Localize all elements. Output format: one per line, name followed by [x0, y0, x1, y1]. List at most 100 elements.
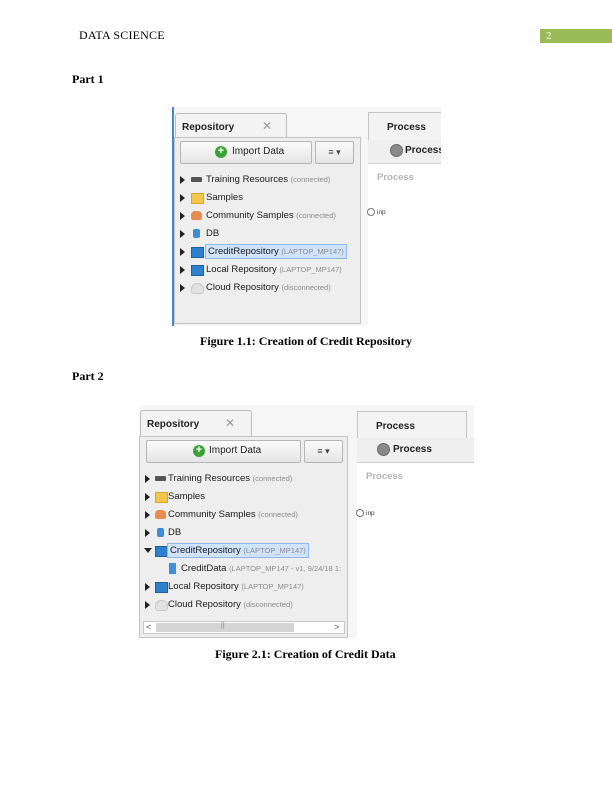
tree-item-label: Community Samples: [206, 210, 294, 221]
tree-item-db[interactable]: DB: [145, 525, 345, 541]
process-breadcrumb[interactable]: Process: [393, 444, 432, 455]
input-port-label: inp: [366, 510, 375, 517]
expand-arrow-icon[interactable]: [180, 284, 185, 292]
tree-item-status: (connected): [290, 175, 331, 184]
close-icon[interactable]: ✕: [262, 119, 272, 133]
process-toolbar: Process: [368, 140, 441, 164]
tree-item-credit-data[interactable]: CreditData (LAPTOP_MP147 - v1, 9/24/18 1…: [145, 561, 345, 577]
tree-item-credit-repository[interactable]: CreditRepository (LAPTOP_MP147): [180, 244, 355, 260]
add-icon: +: [193, 445, 205, 457]
tree-item-label: Training Resources: [168, 473, 251, 484]
collapse-arrow-icon[interactable]: [144, 548, 152, 553]
close-icon[interactable]: ✕: [225, 416, 235, 430]
process-canvas[interactable]: Process inp: [356, 463, 474, 638]
tree-item-community-samples[interactable]: Community Samples (connected): [145, 507, 345, 523]
process-tab-label: Process: [387, 122, 426, 133]
tree-item-label: DB: [206, 228, 220, 239]
tree-item-label: Cloud Repository: [168, 599, 241, 610]
canvas-title: Process: [366, 471, 403, 482]
tree-item-local-repository[interactable]: Local Repository (LAPTOP_MP147): [180, 262, 355, 278]
tree-item-label: CreditRepository: [170, 545, 241, 556]
tree-item-label: Local Repository: [168, 581, 239, 592]
folder-icon: [155, 492, 168, 503]
tree-item-status: (LAPTOP_MP147 - v1, 9/24/18 1:: [229, 564, 342, 573]
repository-tab[interactable]: Repository ✕: [175, 113, 287, 138]
expand-arrow-icon[interactable]: [145, 511, 150, 519]
import-data-label: Import Data: [232, 146, 285, 157]
horizontal-scrollbar[interactable]: < || >: [143, 621, 345, 634]
expand-arrow-icon[interactable]: [145, 529, 150, 537]
expand-arrow-icon[interactable]: [145, 601, 150, 609]
tree-item-label: Training Resources: [206, 174, 289, 185]
cloud-icon: [155, 600, 168, 611]
expand-arrow-icon[interactable]: [145, 583, 150, 591]
expand-arrow-icon[interactable]: [145, 475, 150, 483]
tree-item-label: Local Repository: [206, 264, 277, 275]
repository-menu-button[interactable]: ≡ ▾: [304, 440, 343, 463]
repository-tab-label: Repository: [182, 122, 235, 133]
scroll-right-icon[interactable]: >: [334, 622, 339, 632]
canvas-title: Process: [377, 172, 414, 183]
import-data-button[interactable]: + Import Data: [146, 440, 301, 463]
repository-tab[interactable]: Repository ✕: [140, 410, 252, 437]
process-tab[interactable]: Process: [368, 112, 441, 141]
process-toolbar: Process: [357, 438, 474, 463]
graduation-cap-icon: [191, 177, 202, 182]
tree-item-status: (LAPTOP_MP147): [279, 265, 342, 274]
tree-item-cloud-repository[interactable]: Cloud Repository (disconnected): [180, 280, 355, 296]
graduation-cap-icon: [155, 476, 166, 481]
tree-item-status: (LAPTOP_MP147): [281, 247, 344, 256]
tree-item-label: CreditData: [181, 563, 227, 574]
input-port-label: inp: [377, 209, 386, 216]
figure-1-screenshot: Repository ✕ + Import Data ≡ ▾ Training …: [172, 107, 441, 326]
figure-2-screenshot: Repository ✕ + Import Data ≡ ▾ Training …: [139, 405, 474, 638]
scrollbar-thumb[interactable]: [156, 623, 294, 632]
expand-arrow-icon[interactable]: [180, 212, 185, 220]
tree-item-credit-repository[interactable]: CreditRepository (LAPTOP_MP147): [144, 543, 345, 559]
tree-item-label: Samples: [168, 491, 205, 502]
part2-heading: Part 2: [72, 369, 104, 383]
import-data-button[interactable]: + Import Data: [180, 141, 312, 164]
process-breadcrumb[interactable]: Process: [405, 145, 441, 156]
expand-arrow-icon[interactable]: [180, 194, 185, 202]
tree-item-samples[interactable]: Samples: [180, 190, 355, 206]
scroll-left-icon[interactable]: <: [146, 622, 151, 632]
expand-arrow-icon[interactable]: [180, 266, 185, 274]
figure-2-caption: Figure 2.1: Creation of Credit Data: [215, 647, 396, 661]
tree-item-label: DB: [168, 527, 182, 538]
expand-arrow-icon[interactable]: [145, 493, 150, 501]
data-file-icon: [169, 563, 176, 574]
tree-item-label: Samples: [206, 192, 243, 203]
input-port[interactable]: [356, 509, 364, 517]
tree-item-training-resources[interactable]: Training Resources (connected): [145, 471, 345, 487]
process-tab-label: Process: [376, 421, 415, 432]
tree-item-db[interactable]: DB: [180, 226, 355, 242]
expand-arrow-icon[interactable]: [180, 230, 185, 238]
repository-panel: + Import Data ≡ ▾ Training Resources (co…: [174, 137, 361, 324]
tree-item-samples[interactable]: Samples: [145, 489, 345, 505]
add-icon: +: [215, 146, 227, 158]
page-number: 2: [546, 30, 552, 42]
expand-arrow-icon[interactable]: [180, 176, 185, 184]
monitor-icon: [191, 265, 204, 276]
input-port[interactable]: [367, 208, 375, 216]
tree-item-community-samples[interactable]: Community Samples (connected): [180, 208, 355, 224]
tree-item-cloud-repository[interactable]: Cloud Repository (disconnected): [145, 597, 345, 613]
monitor-icon: [155, 582, 168, 593]
process-gear-icon: [377, 443, 390, 456]
process-tab[interactable]: Process: [357, 411, 467, 440]
people-icon: [155, 510, 166, 519]
database-icon: [193, 229, 200, 238]
process-canvas[interactable]: Process inp: [367, 164, 441, 326]
repository-tab-label: Repository: [147, 419, 200, 430]
part1-heading: Part 1: [72, 72, 104, 86]
expand-arrow-icon[interactable]: [180, 248, 185, 256]
scrollbar-grip-icon: ||: [221, 622, 225, 629]
repository-menu-button[interactable]: ≡ ▾: [315, 141, 354, 164]
tree-item-status: (connected): [252, 474, 293, 483]
tree-item-status: (connected): [258, 510, 298, 519]
tree-item-label: Community Samples: [168, 509, 256, 520]
tree-item-training-resources[interactable]: Training Resources (connected): [180, 172, 355, 188]
monitor-icon: [191, 247, 204, 258]
tree-item-local-repository[interactable]: Local Repository (LAPTOP_MP147): [145, 579, 345, 595]
